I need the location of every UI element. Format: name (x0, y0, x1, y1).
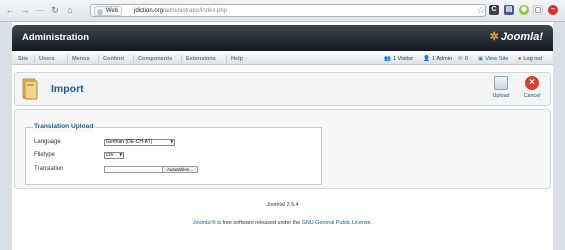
admin-menu-bar: Site Users Menus Content Components Exte… (12, 53, 553, 65)
language-select[interactable]: German (DE-CH-AT) ▾ (104, 139, 175, 146)
page-title: Administration (22, 32, 90, 43)
url-text: jdiction.org/administrator/index.php (134, 7, 227, 15)
cancel-icon: × (525, 76, 539, 90)
logout-link[interactable]: ● Log out (518, 55, 542, 63)
language-label: Language (34, 139, 61, 145)
url-path: /administrator/index.php (163, 8, 228, 14)
joomla-link[interactable]: Joomla!® (193, 220, 216, 226)
fieldset-legend: Translation Upload (33, 122, 95, 132)
message-icon: ✉ (458, 56, 463, 62)
visitors-label: 1 Visitor (392, 56, 414, 62)
logout-icon: ● (518, 56, 522, 62)
extension-page-icon[interactable]: ▢ (533, 5, 543, 15)
joomla-logo-icon: ✲ (489, 31, 499, 43)
monitor-icon: ▣ (478, 56, 484, 62)
cancel-button[interactable]: × Cancel (517, 76, 547, 99)
language-value: German (DE-CH-AT) (106, 139, 153, 145)
messages-count: 0 (464, 56, 468, 62)
view-site-label: View Site (485, 56, 509, 62)
translation-upload-fieldset (25, 127, 322, 185)
status-messages[interactable]: ✉ 0 (458, 55, 468, 63)
menu-help[interactable]: Help (226, 55, 243, 63)
globe-icon: ◍ (97, 9, 104, 16)
status-admins[interactable]: 👤 1 Admin (423, 55, 452, 63)
extension-book-icon[interactable]: ▤ (504, 5, 514, 15)
logout-label: Log out (523, 56, 543, 62)
menu-extensions[interactable]: Extensions (181, 55, 216, 63)
license-period: . (370, 220, 373, 226)
toolbar-box: Import Upload × Cancel (14, 72, 551, 106)
gpl-link[interactable]: GNU General Public License (302, 220, 371, 226)
site-info-chip[interactable]: ◍ Web (94, 6, 123, 16)
extension-android-icon[interactable]: ◉ (519, 5, 529, 15)
filetype-value: csv (106, 152, 114, 158)
menu-components[interactable]: Components (133, 55, 172, 63)
view-site-link[interactable]: ▣ View Site (478, 55, 509, 63)
users-icon: 👥 (384, 56, 391, 62)
extension-c-icon[interactable]: C (489, 5, 499, 15)
forward-icon[interactable]: → (20, 5, 30, 15)
admin-icon: 👤 (423, 56, 430, 62)
upload-label: Upload (492, 93, 510, 99)
home-icon[interactable]: ⌂ (65, 5, 75, 15)
translation-label: Translation (34, 166, 64, 172)
upload-icon (494, 76, 508, 90)
joomla-logo: ✲ Joomla! (490, 30, 543, 43)
translation-file-input[interactable]: Auswählen... (104, 166, 198, 173)
address-bar[interactable]: ◍ Web jdiction.org/administrator/index.ph… (90, 4, 486, 17)
license-footer: Joomla!® is free software released under… (12, 220, 553, 226)
cancel-label: Cancel (523, 93, 541, 99)
upload-button[interactable]: Upload (486, 76, 516, 99)
logo-text: Joomla! (500, 31, 543, 43)
menu-users[interactable]: Users (34, 55, 55, 63)
dropdown-arrow-icon: ▾ (119, 152, 122, 158)
browse-button[interactable]: Auswählen... (162, 166, 198, 173)
dropdown-arrow-icon: ▾ (170, 139, 173, 145)
toolbar-title: Import (51, 83, 84, 95)
admins-label: 1 Admin (431, 56, 453, 62)
menu-site[interactable]: Site (18, 55, 28, 63)
reload-icon[interactable]: ↻ (50, 5, 60, 15)
menu-content[interactable]: Content (98, 55, 124, 63)
back-icon[interactable]: ← (5, 5, 15, 15)
menu-menus[interactable]: Menus (67, 55, 90, 63)
filetype-label: Filetype (34, 152, 56, 158)
bookmark-star-icon[interactable]: ☆ (477, 5, 485, 15)
folder-icon (21, 78, 39, 100)
admin-header: Administration ✲ Joomla! (12, 25, 553, 51)
more-icon[interactable]: ⋯ (35, 5, 45, 15)
license-text: is free software released under the (215, 220, 302, 226)
version-footer: Joomla! 2.5.4 (266, 202, 299, 208)
extension-block-icon[interactable]: – (548, 5, 558, 15)
status-visitors[interactable]: 👥 1 Visitor (384, 55, 413, 63)
url-host: jdiction.org (134, 8, 164, 14)
filetype-select[interactable]: csv ▾ (104, 152, 124, 159)
scheme-label: Web (106, 8, 119, 14)
